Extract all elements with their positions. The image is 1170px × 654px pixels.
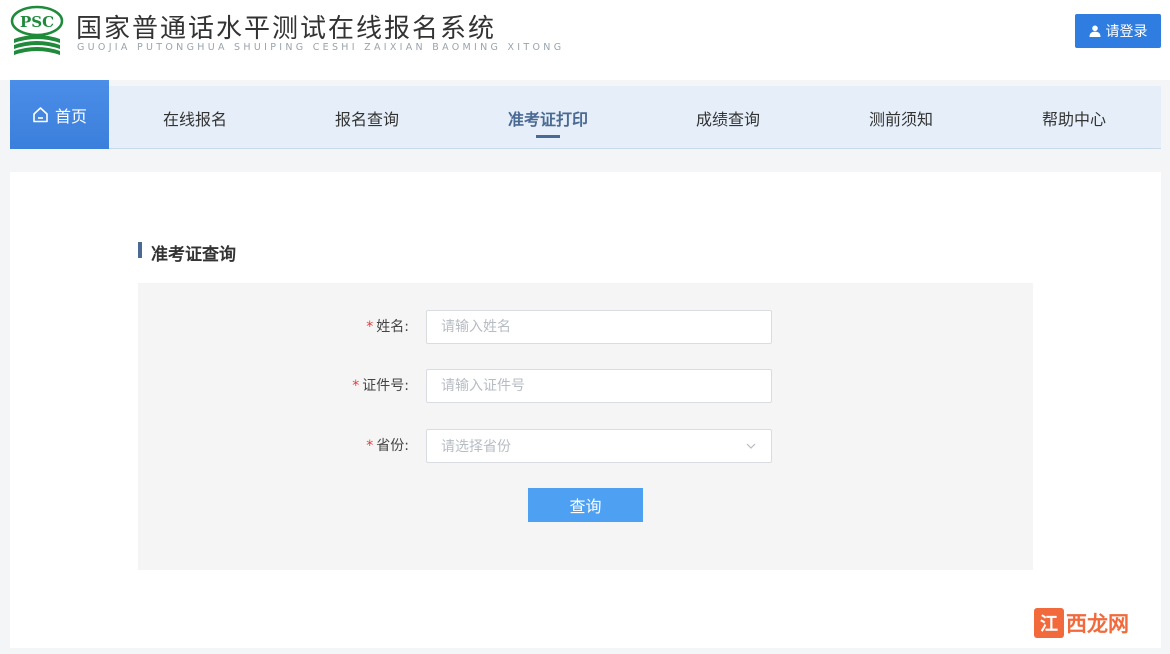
nav-item-admission-print[interactable]: 准考证打印 <box>508 86 588 149</box>
nav-label: 测前须知 <box>868 109 934 129</box>
user-icon <box>1089 25 1100 37</box>
name-label: * 姓名: <box>366 310 409 344</box>
login-button[interactable]: 请登录 <box>1075 14 1161 48</box>
svg-text:PSC: PSC <box>20 13 54 31</box>
province-label-text: 省份: <box>376 438 409 454</box>
login-label: 请登录 <box>1105 24 1148 40</box>
province-select[interactable]: 请选择省份 <box>426 429 772 463</box>
query-form: *姓名: *证件号: *省份: 请选择省份 查询 <box>138 283 1033 570</box>
form-row-name: * 姓名: <box>138 310 1033 344</box>
name-input[interactable] <box>426 310 772 344</box>
active-indicator <box>535 135 560 138</box>
watermark-logo: 江 西龙网 <box>1034 608 1129 638</box>
name-label-text: 姓名: <box>376 319 409 335</box>
watermark-badge: 江 <box>1034 608 1064 638</box>
chevron-down-icon <box>746 443 756 449</box>
required-mark: * <box>366 319 374 335</box>
main-panel: 准考证查询 *姓名: *证件号: *省份: 请选择省份 查询 <box>10 172 1161 648</box>
watermark-text: 西龙网 <box>1066 612 1129 636</box>
id-label-text: 证件号: <box>362 378 409 394</box>
id-number-input[interactable] <box>426 369 772 403</box>
nav-item-score-query[interactable]: 成绩查询 <box>696 86 760 149</box>
nav-item-home[interactable]: 首页 <box>10 80 109 149</box>
id-label: * 证件号: <box>352 369 409 403</box>
form-row-id: * 证件号: <box>138 369 1033 403</box>
site-header: PSC 国家普通话水平测试在线报名系统 GUOJIA PUTONGHUA SHU… <box>0 0 1170 80</box>
nav-home-label: 首页 <box>54 106 87 126</box>
nav-label: 准考证打印 <box>507 109 589 129</box>
site-subtitle: GUOJIA PUTONGHUA SHUIPING CESHI ZAIXIAN … <box>77 42 565 53</box>
required-mark: * <box>366 438 374 454</box>
nav-label: 成绩查询 <box>695 109 761 129</box>
query-button[interactable]: 查询 <box>528 488 643 522</box>
nav-item-online-registration[interactable]: 在线报名 <box>163 86 227 149</box>
nav-item-test-notice[interactable]: 测前须知 <box>869 86 933 149</box>
province-placeholder: 请选择省份 <box>441 439 511 455</box>
nav-label: 在线报名 <box>162 109 228 129</box>
province-label: * 省份: <box>366 429 409 463</box>
section-title: 准考证查询 <box>138 240 236 265</box>
nav-label: 帮助中心 <box>1041 109 1107 129</box>
site-title: 国家普通话水平测试在线报名系统 <box>76 14 497 44</box>
nav-label: 报名查询 <box>334 109 400 129</box>
nav-item-help-center[interactable]: 帮助中心 <box>1042 86 1106 149</box>
psc-logo: PSC <box>10 5 64 55</box>
main-nav: 首页 在线报名 报名查询 准考证打印 成绩查询 测前须知 帮助中心 <box>10 80 1161 149</box>
required-mark: * <box>352 378 360 394</box>
nav-item-registration-query[interactable]: 报名查询 <box>335 86 399 149</box>
home-icon <box>33 107 48 123</box>
form-row-province: * 省份: 请选择省份 <box>138 429 1033 463</box>
